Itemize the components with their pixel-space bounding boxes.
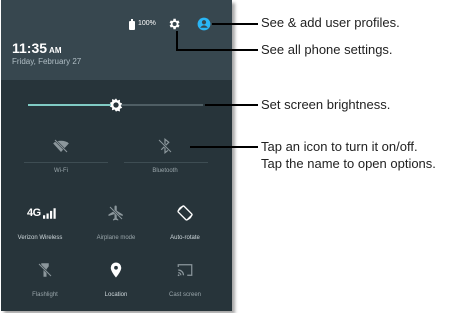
tile-flashlight[interactable]: Flashlight [15,261,75,298]
date-label: Friday, February 27 [12,57,82,66]
wifi-off-icon [53,139,69,153]
tile-airplane-mode[interactable]: Airplane mode [86,204,146,241]
callout-phone-settings: See all phone settings. [261,42,393,57]
airplane-icon [108,205,123,221]
tile-auto-rotate[interactable]: Auto-rotate [155,204,215,241]
callout-line-brightness [205,104,258,106]
callout-line-settings-h [176,49,258,51]
tile-label-cast[interactable]: Cast screen [155,292,215,298]
callout-line-icons [190,146,258,148]
clock: 11:35 AM [12,40,62,56]
tile-label-airplane[interactable]: Airplane mode [86,235,146,241]
location-pin-icon [110,262,122,278]
tile-verizon-wireless[interactable]: 4G Verizon Wireless [5,204,75,241]
user-profile-icon[interactable] [197,17,211,31]
flashlight-icon [38,263,52,277]
phone-screen: 100% 11:35 AM Friday, February 27 Wi-Fi … [1,0,232,311]
battery-icon [129,19,135,30]
tile-divider [24,162,108,163]
signal-bars [43,208,56,219]
tile-bluetooth[interactable]: Bluetooth [135,137,195,174]
tile-label-verizon[interactable]: Verizon Wireless [5,235,75,241]
battery-percentage: 100% [138,20,156,27]
callout-tap-name: Tap the name to open options. [261,156,436,171]
callout-line-profiles [212,23,258,25]
clock-time: 11:35 [12,40,48,56]
tile-label-wifi[interactable]: Wi-Fi [31,168,91,174]
4g-signal-icon: 4G [5,204,75,222]
tile-label-flashlight[interactable]: Flashlight [15,292,75,298]
tile-label-bluetooth[interactable]: Bluetooth [135,168,195,174]
tile-wifi[interactable]: Wi-Fi [31,137,91,174]
callout-brightness: Set screen brightness. [261,97,391,112]
tile-cast-screen[interactable]: Cast screen [155,261,215,298]
notification-header: 100% 11:35 AM Friday, February 27 [1,0,232,80]
tile-label-auto-rotate[interactable]: Auto-rotate [155,235,215,241]
quick-settings-panel: Wi-Fi Bluetooth 4G Verizon Wireless Airp… [1,80,232,311]
callout-user-profiles: See & add user profiles. [261,15,400,30]
callout-tap-icon: Tap an icon to turn it on/off. [261,139,418,154]
cast-icon [177,264,193,277]
clock-ampm: AM [49,46,62,55]
callout-line-settings-v [176,31,178,50]
network-type-badge: 4G [27,207,41,219]
auto-rotate-icon [177,205,193,221]
bluetooth-off-icon [158,138,172,154]
brightness-fill [28,104,116,106]
settings-gear-icon[interactable] [167,17,181,31]
tile-divider [124,162,208,163]
tile-label-location[interactable]: Location [86,292,146,298]
brightness-sun-icon[interactable] [108,97,124,113]
tile-location[interactable]: Location [86,261,146,298]
